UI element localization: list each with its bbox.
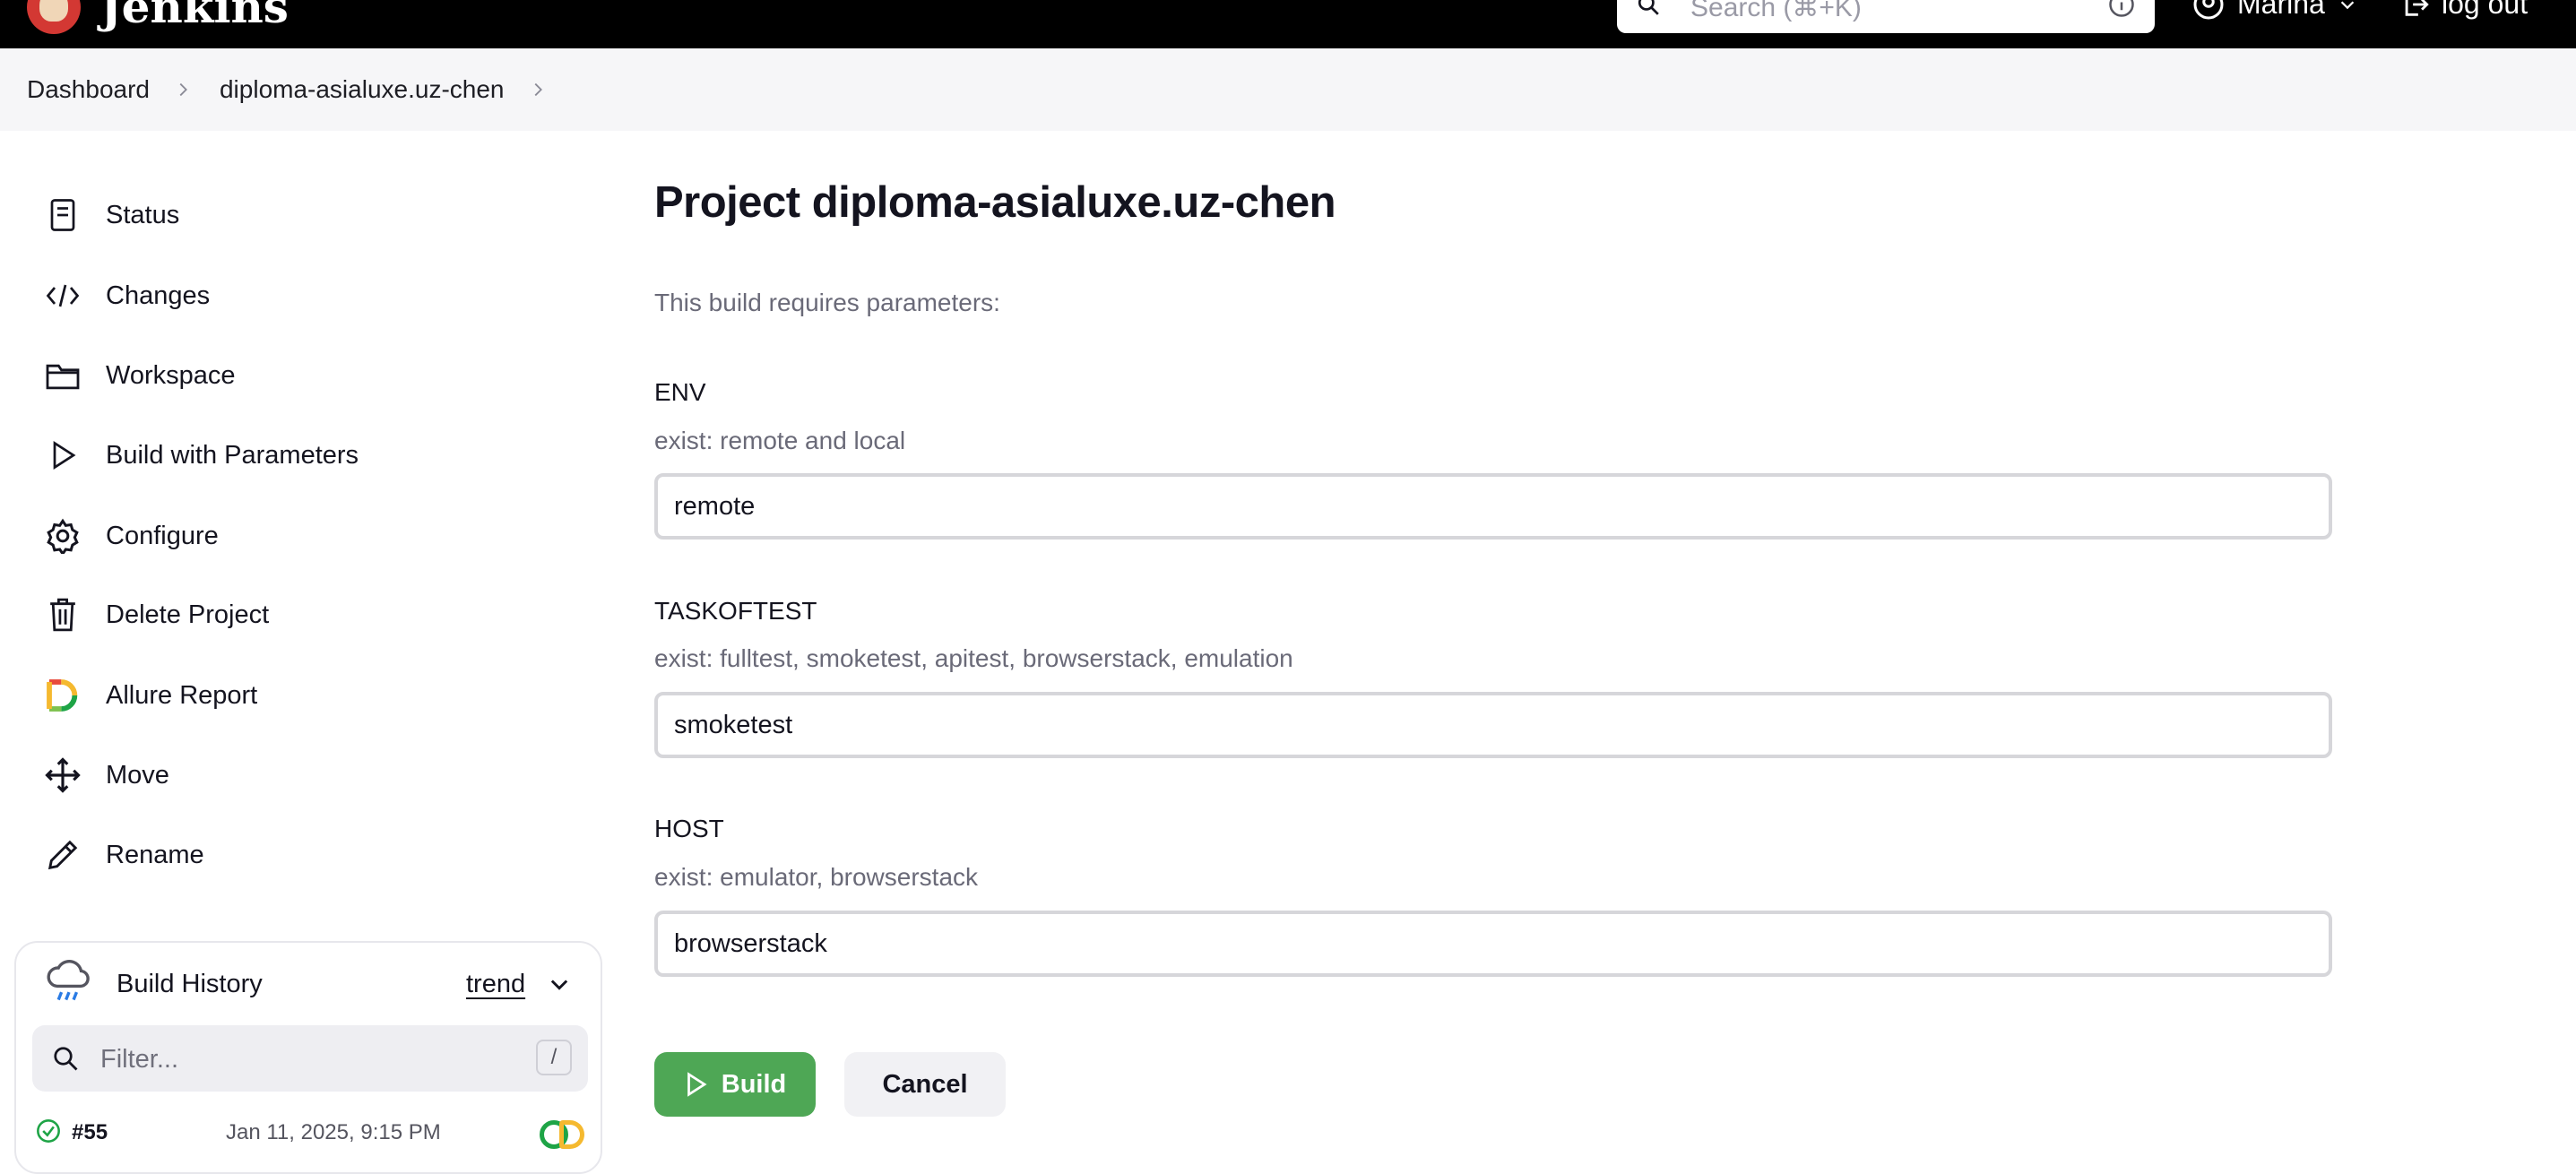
chevron-right-icon (179, 82, 187, 97)
sidebar-item-allure-report[interactable]: Allure Report (43, 676, 257, 715)
allure-icon[interactable] (559, 1120, 584, 1149)
sidebar-item-workspace[interactable]: Workspace (43, 356, 236, 395)
user-name: Marina (2237, 0, 2325, 20)
sidebar-item-delete-project[interactable]: Delete Project (43, 595, 269, 634)
logout-label: log out (2442, 0, 2528, 20)
build-history-panel: Build History trend Filter... / #55 Jan … (14, 941, 602, 1174)
param-host-description: exist: emulator, browserstack (654, 863, 979, 891)
breadcrumb-dashboard[interactable]: Dashboard (27, 75, 150, 104)
cancel-button-label: Cancel (882, 1069, 968, 1099)
build-history-title: Build History (117, 970, 263, 998)
page-title: Project diploma-asialuxe.uz-chen (654, 178, 1336, 227)
filter-placeholder: Filter... (100, 1045, 179, 1074)
jenkins-logo-icon (27, 0, 81, 34)
sidebar-item-label: Workspace (106, 360, 236, 390)
trash-icon (43, 595, 82, 634)
sidebar-item-label: Configure (106, 521, 219, 550)
build-button[interactable]: Build (654, 1052, 816, 1117)
filter-shortcut-badge: / (536, 1040, 572, 1075)
play-icon (43, 436, 82, 475)
gear-icon (43, 516, 82, 556)
trend-link[interactable]: trend (466, 970, 525, 999)
build-number[interactable]: #55 (72, 1120, 108, 1145)
chevron-down-icon[interactable] (547, 971, 572, 997)
allure-icon (43, 676, 82, 715)
status-icon (43, 195, 82, 235)
sidebar-item-rename[interactable]: Rename (43, 835, 204, 875)
user-menu[interactable]: Marina (2192, 0, 2357, 21)
sidebar-item-build-with-parameters[interactable]: Build with Parameters (43, 436, 359, 475)
search-input[interactable]: Search (⌘+K) (1690, 0, 1862, 22)
breadcrumb-project[interactable]: diploma-asialuxe.uz-chen (220, 75, 505, 104)
logout-icon (2405, 0, 2429, 16)
breadcrumb: Dashboard diploma-asialuxe.uz-chen (0, 48, 2576, 131)
sidebar-item-configure[interactable]: Configure (43, 516, 219, 556)
cloud-rain-icon (47, 959, 90, 1001)
sidebar-item-changes[interactable]: Changes (43, 276, 210, 315)
pencil-icon (43, 835, 82, 875)
app-name: Jenkins (100, 0, 289, 33)
sidebar-item-label: Status (106, 200, 180, 229)
sidebar-item-move[interactable]: Move (43, 755, 169, 795)
param-env-input[interactable] (654, 473, 2332, 540)
param-env-label: ENV (654, 378, 706, 406)
folder-icon (43, 356, 82, 395)
sidebar-item-label: Move (106, 760, 169, 790)
search-icon (1638, 0, 1659, 15)
cancel-button[interactable]: Cancel (844, 1052, 1006, 1117)
search-box[interactable]: Search (⌘+K) (1617, 0, 2155, 33)
top-header: Jenkins Search (⌘+K) Marina log out (0, 0, 2576, 48)
sidebar-item-status[interactable]: Status (43, 195, 179, 235)
parameters-intro: This build requires parameters: (654, 289, 1000, 316)
param-taskoftest-description: exist: fulltest, smoketest, apitest, bro… (654, 644, 1293, 672)
build-row[interactable]: #55 Jan 11, 2025, 9:15 PM (36, 1115, 592, 1151)
sidebar-item-label: Build with Parameters (106, 440, 359, 470)
chevron-down-icon (2340, 0, 2355, 9)
jenkins-logo-link[interactable]: Jenkins (27, 0, 289, 34)
info-icon[interactable] (2108, 0, 2135, 18)
chevron-right-icon[interactable] (528, 80, 548, 99)
play-icon (687, 1072, 707, 1097)
param-env-description: exist: remote and local (654, 427, 906, 454)
code-icon (43, 276, 82, 315)
logout-link[interactable]: log out (2400, 0, 2528, 21)
build-button-label: Build (721, 1069, 787, 1099)
sidebar-item-label: Rename (106, 840, 204, 869)
search-icon (54, 1047, 78, 1071)
param-taskoftest-input[interactable] (654, 692, 2332, 758)
param-host-label: HOST (654, 815, 724, 842)
build-date: Jan 11, 2025, 9:15 PM (226, 1120, 441, 1144)
param-taskoftest-label: TASKOFTEST (654, 597, 817, 625)
sidebar-item-label: Delete Project (106, 600, 270, 629)
user-avatar-icon (2193, 0, 2224, 19)
param-host-input[interactable] (654, 911, 2332, 977)
sidebar-item-label: Allure Report (106, 680, 258, 710)
move-icon (43, 755, 82, 795)
sidebar-item-label: Changes (106, 281, 211, 310)
build-filter-input[interactable]: Filter... / (32, 1025, 588, 1092)
